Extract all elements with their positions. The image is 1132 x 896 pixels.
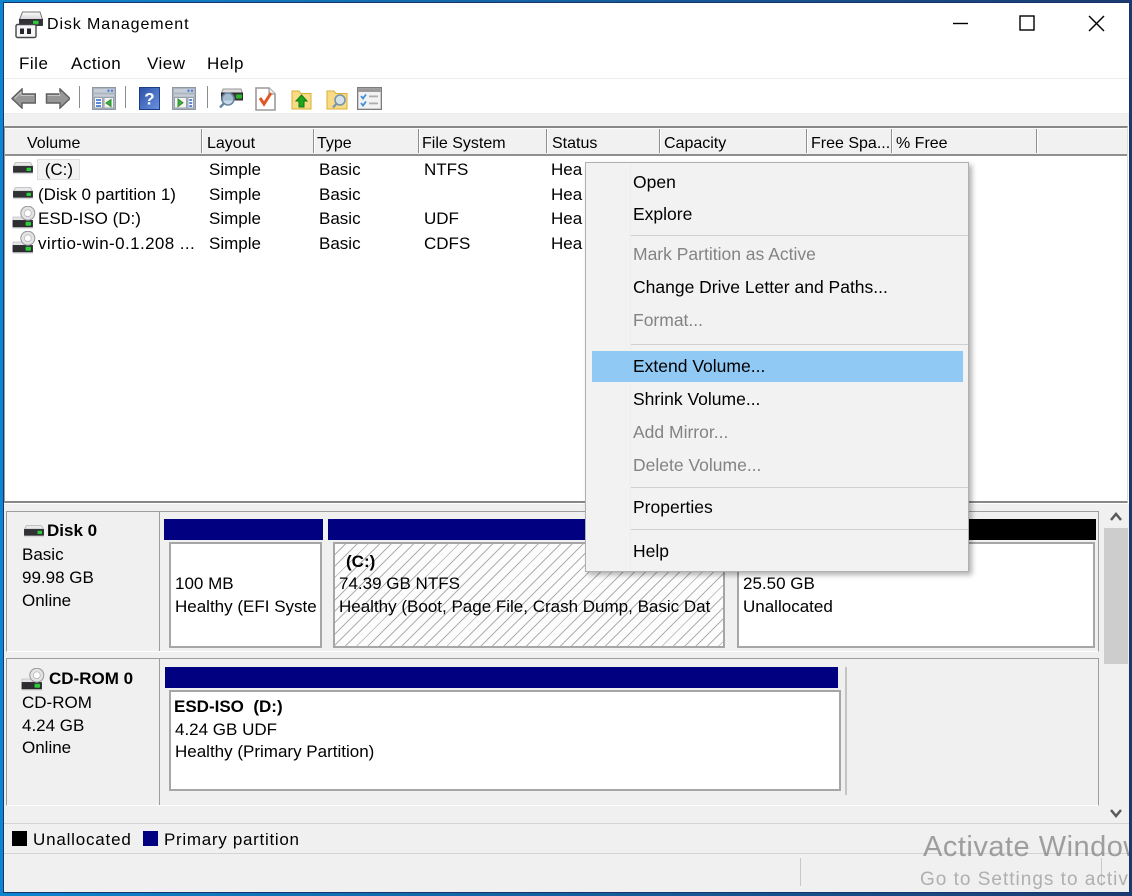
svg-text:?: ? xyxy=(144,90,154,109)
